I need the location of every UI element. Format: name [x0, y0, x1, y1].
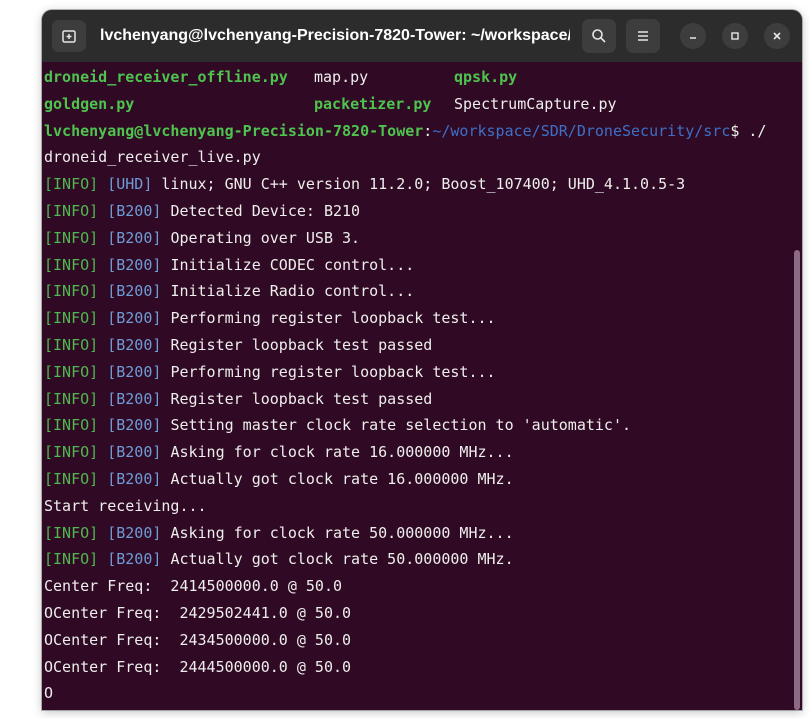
output-line: Center Freq: 2414500000.0 @ 50.0: [44, 577, 343, 596]
output-line: OCenter Freq: 2434500000.0 @ 50.0: [44, 630, 352, 649]
log-message: Operating over USB 3.: [170, 228, 361, 247]
log-level: [INFO]: [44, 389, 99, 408]
log-source: [B200]: [107, 362, 162, 381]
log-source: [B200]: [107, 282, 162, 301]
maximize-icon: [731, 32, 739, 40]
maximize-button[interactable]: [722, 23, 748, 49]
log-level: [INFO]: [44, 175, 99, 194]
log-level: [INFO]: [44, 255, 99, 274]
menu-button[interactable]: [626, 19, 660, 53]
prompt-line: lvchenyang@lvchenyang-Precision-7820-Tow…: [42, 118, 790, 145]
log-source: [B200]: [107, 228, 162, 247]
log-message: Initialize CODEC control...: [170, 255, 415, 274]
minimize-icon: [690, 37, 696, 39]
output-line: OCenter Freq: 2444500000.0 @ 50.0: [44, 657, 352, 676]
scrollbar[interactable]: [790, 250, 802, 710]
prompt-user-host: lvchenyang@lvchenyang-Precision-7820-Tow…: [44, 121, 424, 140]
log-source: [B200]: [107, 443, 162, 462]
file-name: map.py: [314, 68, 369, 86]
log-line: [INFO] [B200] Performing register loopba…: [42, 305, 790, 332]
log-source: [UHD]: [107, 175, 153, 194]
file-name: qpsk.py: [454, 68, 518, 86]
file-name: SpectrumCapture.py: [454, 94, 617, 113]
terminal-window: lvchenyang@lvchenyang-Precision-7820-Tow…: [42, 10, 802, 710]
log-line: [INFO] [B200] Performing register loopba…: [42, 359, 790, 386]
prompt-colon: :: [423, 121, 433, 140]
terminal-output[interactable]: droneid_receiver_offline.py map.py qpsk.py…: [42, 64, 790, 710]
log-line: [INFO] [B200] Register loopback test pas…: [42, 332, 790, 359]
file-name: goldgen.py: [44, 94, 135, 113]
file-name: packetizer.py: [314, 94, 432, 113]
file-name: droneid_receiver_offline.py: [44, 68, 288, 86]
log-source: [B200]: [107, 309, 162, 328]
log-block: [INFO] [B200] Asking for clock rate 50.0…: [42, 520, 790, 574]
minimize-button[interactable]: [680, 23, 706, 49]
log-level: [INFO]: [44, 201, 99, 220]
log-block: [INFO] [UHD] linux; GNU C++ version 11.2…: [42, 171, 790, 493]
output-line: OCenter Freq: 2429502441.0 @ 50.0: [44, 603, 352, 622]
log-level: [INFO]: [44, 228, 99, 247]
log-line: [INFO] [B200] Asking for clock rate 16.0…: [42, 439, 790, 466]
log-level: [INFO]: [44, 362, 99, 381]
log-line: [INFO] [B200] Register loopback test pas…: [42, 386, 790, 413]
log-message: Register loopback test passed: [170, 335, 433, 354]
output-block: Center Freq: 2414500000.0 @ 50.0 OCenter …: [42, 573, 790, 707]
close-icon: [773, 32, 781, 40]
file-listing-row: droneid_receiver_offline.py map.py qpsk.py: [42, 64, 790, 91]
search-icon: [592, 29, 606, 43]
log-message: Asking for clock rate 16.000000 MHz...: [170, 443, 514, 462]
log-level: [INFO]: [44, 523, 99, 542]
log-line: [INFO] [UHD] linux; GNU C++ version 11.2…: [42, 171, 790, 198]
close-button[interactable]: [764, 23, 790, 49]
log-message: linux; GNU C++ version 11.2.0; Boost_107…: [161, 175, 686, 194]
log-line: [INFO] [B200] Actually got clock rate 16…: [42, 466, 790, 493]
log-level: [INFO]: [44, 469, 99, 488]
log-level: [INFO]: [44, 416, 99, 435]
hamburger-menu-icon: [638, 31, 648, 41]
log-line: [INFO] [B200] Operating over USB 3.: [42, 225, 790, 252]
log-message: Register loopback test passed: [170, 389, 433, 408]
log-line: [INFO] [B200] Initialize Radio control..…: [42, 278, 790, 305]
log-message: Detected Device: B210: [170, 201, 361, 220]
log-level: [INFO]: [44, 335, 99, 354]
new-tab-icon: [62, 30, 76, 43]
log-source: [B200]: [107, 523, 162, 542]
log-message: Asking for clock rate 50.000000 MHz...: [170, 523, 514, 542]
log-message: Actually got clock rate 50.000000 MHz.: [170, 550, 514, 569]
prompt-path: ~/workspace/SDR/DroneSecurity/src: [432, 121, 731, 140]
log-source: [B200]: [107, 389, 162, 408]
log-message: Performing register loopback test...: [170, 309, 496, 328]
new-tab-button[interactable]: [52, 20, 86, 52]
log-source: [B200]: [107, 469, 162, 488]
log-source: [B200]: [107, 201, 162, 220]
log-message: Setting master clock rate selection to '…: [170, 416, 632, 435]
window-title: lvchenyang@lvchenyang-Precision-7820-Tow…: [100, 27, 570, 44]
log-message: Initialize Radio control...: [170, 282, 415, 301]
command-line: droneid_receiver_live.py: [44, 148, 261, 167]
log-line: [INFO] [B200] Actually got clock rate 50…: [42, 546, 790, 573]
output-line: O: [44, 684, 54, 703]
log-level: [INFO]: [44, 550, 99, 569]
search-button[interactable]: [582, 19, 616, 53]
log-level: [INFO]: [44, 309, 99, 328]
log-message: Actually got clock rate 16.000000 MHz.: [170, 469, 514, 488]
log-line: [INFO] [B200] Initialize CODEC control..…: [42, 252, 790, 279]
log-line: [INFO] [B200] Detected Device: B210: [42, 198, 790, 225]
log-message: Performing register loopback test...: [170, 362, 496, 381]
status-line: Start receiving...: [44, 496, 207, 515]
log-source: [B200]: [107, 335, 162, 354]
log-source: [B200]: [107, 550, 162, 569]
log-source: [B200]: [107, 255, 162, 274]
scrollbar-thumb[interactable]: [794, 250, 800, 710]
title-bar: lvchenyang@lvchenyang-Precision-7820-Tow…: [42, 10, 802, 62]
log-level: [INFO]: [44, 282, 99, 301]
log-line: [INFO] [B200] Asking for clock rate 50.0…: [42, 520, 790, 547]
file-listing-row: goldgen.py packetizer.py SpectrumCapture.p…: [42, 91, 790, 118]
log-line: [INFO] [B200] Setting master clock rate …: [42, 412, 790, 439]
command-text: ./: [739, 121, 767, 140]
log-source: [B200]: [107, 416, 162, 435]
log-level: [INFO]: [44, 443, 99, 462]
